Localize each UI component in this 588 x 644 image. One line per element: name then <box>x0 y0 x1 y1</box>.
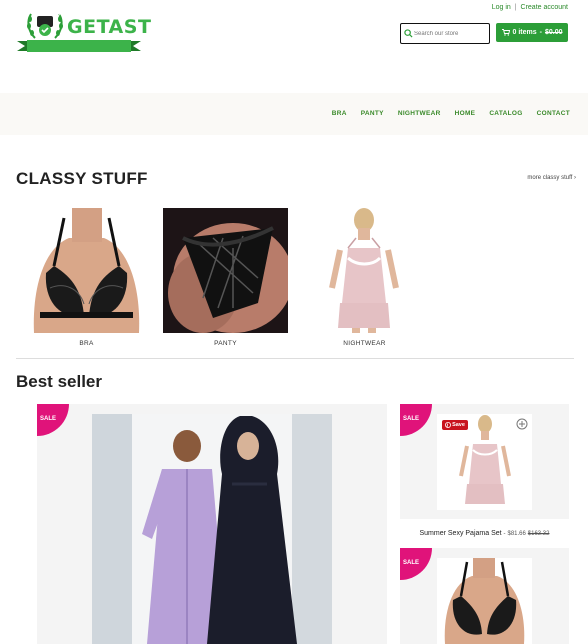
category-card-panty[interactable]: PANTY <box>163 208 288 347</box>
best-seller-item-bra[interactable]: SALE <box>400 548 569 644</box>
account-separator: | <box>514 4 517 11</box>
zoom-icon[interactable] <box>516 418 528 430</box>
pinterest-save-button[interactable]: Save <box>442 420 468 430</box>
cart-item-count: 0 items <box>512 29 537 36</box>
best-seller-title: Best seller <box>16 372 102 391</box>
tagline-banner <box>17 40 141 52</box>
nav-item-panty[interactable]: PANTY <box>361 110 384 117</box>
category-card-nightwear[interactable]: NIGHTWEAR <box>302 208 427 347</box>
search-icon <box>404 29 413 38</box>
nav-item-contact[interactable]: CONTACT <box>537 110 570 117</box>
bra-photo[interactable] <box>24 208 149 333</box>
category-label-bra: BRA <box>79 340 94 347</box>
cart-button[interactable]: 0 items - $0.00 <box>496 23 568 42</box>
price-separator: - <box>503 531 506 537</box>
pinterest-icon <box>445 422 452 428</box>
search-box[interactable] <box>400 23 490 44</box>
nav-item-bra[interactable]: BRA <box>332 110 347 117</box>
robe-couple-photo[interactable] <box>92 414 332 644</box>
product-old-price: $163.32 <box>527 531 550 537</box>
panty-photo[interactable] <box>163 208 288 333</box>
search-input[interactable] <box>414 27 486 40</box>
cart-dash: - <box>539 29 542 36</box>
nav-menu: BRA PANTY NIGHTWEAR HOME CATALOG CONTACT <box>332 110 570 117</box>
nav-item-catalog[interactable]: CATALOG <box>489 110 522 117</box>
more-classy-link[interactable]: more classy stuff › <box>527 175 576 181</box>
category-label-panty: PANTY <box>214 340 237 347</box>
category-label-nightwear: NIGHTWEAR <box>343 340 386 347</box>
brand-tagline: get a stuff <box>57 9 91 16</box>
classy-stuff-title: CLASSY STUFF <box>16 169 148 188</box>
main-nav: BRA PANTY NIGHTWEAR HOME CATALOG CONTACT <box>0 93 588 135</box>
bra-product-photo[interactable] <box>437 558 532 644</box>
brand-logo[interactable]: GETAST get a stuff <box>15 8 151 54</box>
cart-icon <box>501 29 510 36</box>
brand-name: GETAST <box>67 16 152 38</box>
nav-item-home[interactable]: HOME <box>455 110 476 117</box>
nightwear-photo[interactable] <box>302 208 427 333</box>
sale-badge-text: SALE <box>403 416 420 422</box>
sale-badge-text: SALE <box>40 416 57 422</box>
create-account-link[interactable]: Create account <box>521 4 568 11</box>
pajama-caption[interactable]: Summer Sexy Pajama Set - $81.66 $163.32 <box>400 530 569 537</box>
product-price: $81.66 <box>507 531 526 537</box>
store-page: GETAST get a stuff Log in | Create accou… <box>0 0 588 644</box>
product-name[interactable]: Summer Sexy Pajama Set <box>419 530 501 537</box>
cart-total: $0.00 <box>544 29 563 36</box>
sale-badge-text: SALE <box>403 560 420 566</box>
category-card-bra[interactable]: BRA <box>24 208 149 347</box>
section-divider <box>16 358 574 359</box>
nav-item-nightwear[interactable]: NIGHTWEAR <box>398 110 441 117</box>
save-label: Save <box>452 422 465 428</box>
account-links: Log in | Create account <box>492 4 568 11</box>
best-seller-item-pajama[interactable]: SALE Save <box>400 404 569 519</box>
login-link[interactable]: Log in <box>492 4 511 11</box>
best-seller-featured[interactable]: SALE <box>37 404 387 644</box>
